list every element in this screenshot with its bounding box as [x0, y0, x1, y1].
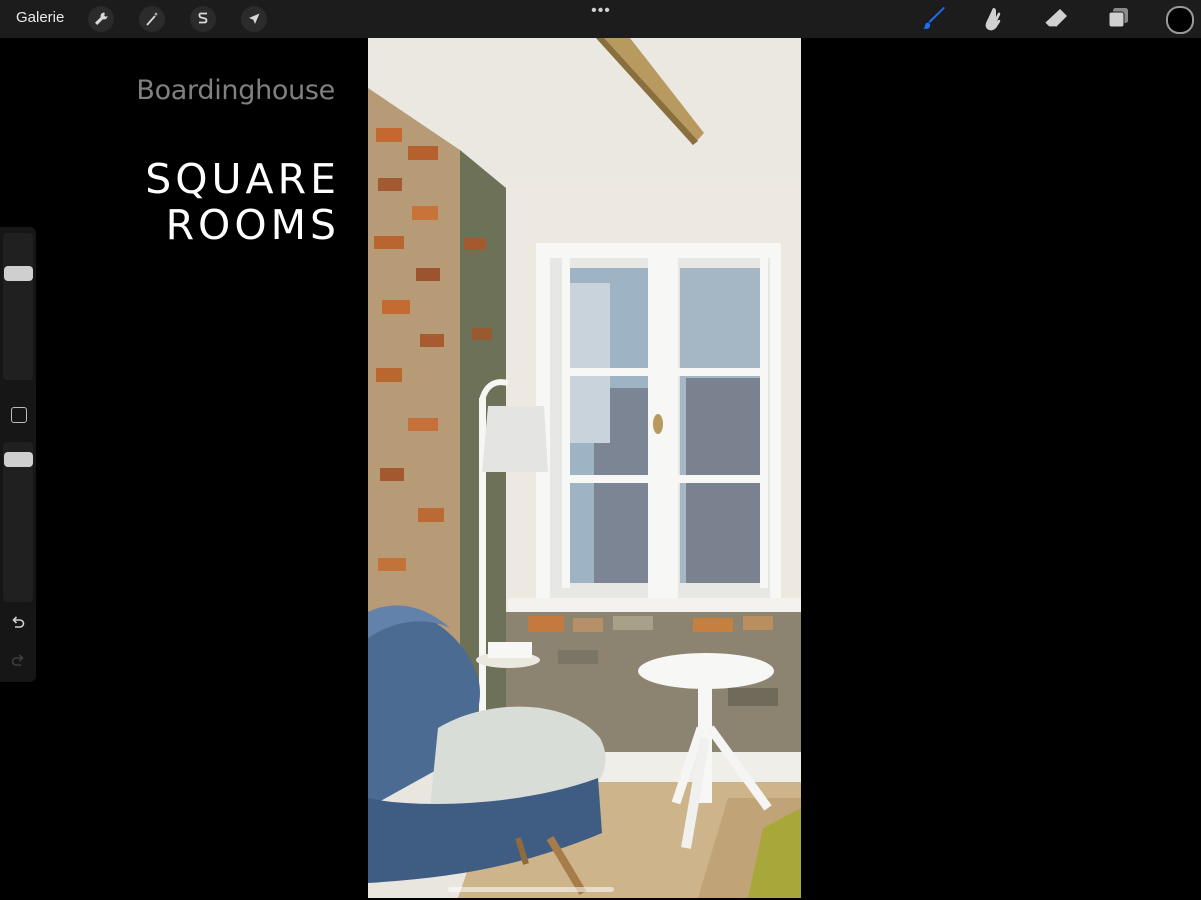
eraser-icon[interactable]: [1042, 5, 1070, 33]
left-sidebar: [0, 227, 36, 682]
layers-icon-glyph: [1108, 8, 1128, 28]
headline-line-2: ROOMS: [165, 201, 340, 249]
eraser-icon-glyph: [1044, 9, 1067, 28]
brush-icon[interactable]: [920, 5, 948, 33]
undo-icon[interactable]: [9, 613, 27, 631]
modify-square-icon[interactable]: [11, 407, 27, 423]
smudge-icon-glyph: [985, 8, 1001, 31]
selection-icon-glyph: [198, 12, 208, 24]
brush-size-slider[interactable]: [3, 233, 33, 380]
opacity-slider-thumb[interactable]: [4, 452, 33, 467]
headline-line-1: SQUARE: [145, 155, 340, 203]
layers-icon[interactable]: [1104, 5, 1132, 33]
gallery-button[interactable]: Galerie: [16, 9, 64, 26]
magic-wand-icon[interactable]: [139, 6, 165, 32]
selection-icon[interactable]: [190, 6, 216, 32]
wrench-icon[interactable]: [88, 6, 114, 32]
brush-icon-glyph: [923, 7, 945, 29]
arrow-cursor-icon[interactable]: [241, 6, 267, 32]
color-picker-button[interactable]: [1166, 6, 1194, 34]
top-toolbar: Galerie •••: [0, 0, 1201, 38]
arrow-cursor-icon-glyph: [249, 13, 260, 24]
room-photo-illustration: [368, 38, 801, 898]
more-options-icon[interactable]: •••: [588, 2, 614, 19]
headline: SQUARE ROOMS: [60, 156, 340, 248]
brand-text: Boardinghouse: [136, 75, 335, 106]
smudge-icon[interactable]: [981, 5, 1009, 33]
redo-icon-glyph: [11, 654, 24, 666]
undo-icon-glyph: [12, 616, 25, 628]
home-indicator[interactable]: [448, 887, 614, 892]
room-photo: [368, 38, 801, 898]
brush-size-slider-thumb[interactable]: [4, 266, 33, 281]
wrench-icon-glyph: [95, 12, 108, 25]
magic-wand-icon-glyph: [146, 12, 158, 26]
redo-icon[interactable]: [9, 651, 27, 669]
